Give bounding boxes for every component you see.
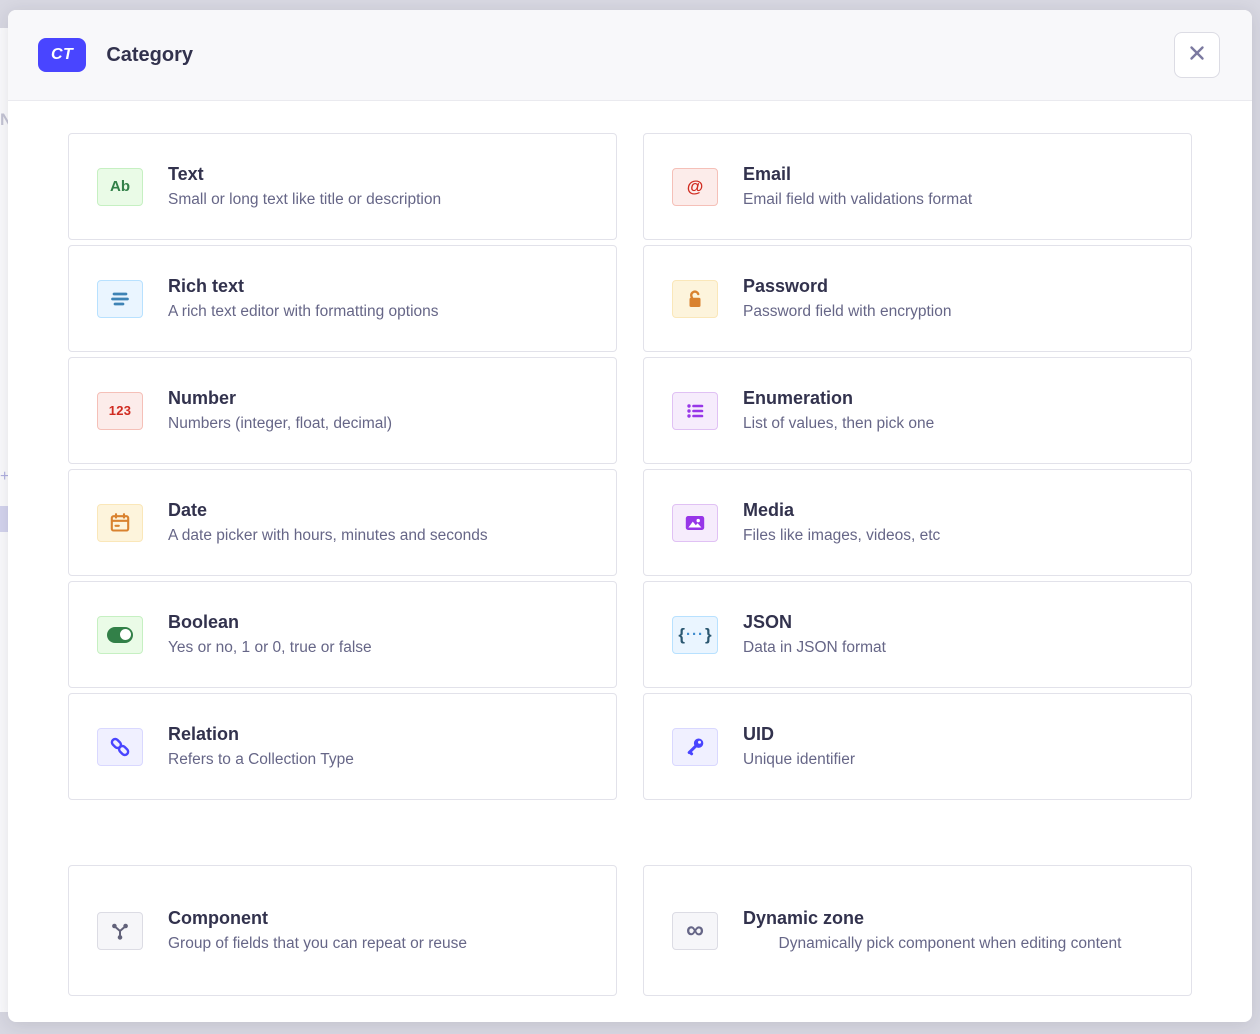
field-description: Small or long text like title or descrip… (168, 187, 588, 212)
field-title: Number (168, 385, 588, 411)
field-title: Relation (168, 721, 588, 747)
field-title: Dynamic zone (743, 905, 1163, 931)
field-description: A rich text editor with formatting optio… (168, 299, 588, 324)
chain-link-icon (97, 728, 143, 766)
calendar-icon (97, 504, 143, 542)
field-description: Data in JSON format (743, 635, 1163, 660)
json-braces-icon: { ··· } (672, 616, 718, 654)
field-card-text[interactable]: Ab Text Small or long text like title or… (68, 133, 617, 240)
background-highlight-fragment (0, 506, 8, 532)
field-type-list: Ab Text Small or long text like title or… (8, 101, 1252, 996)
fields-grid: Ab Text Small or long text like title or… (68, 133, 1192, 800)
modal-header: CT Category (8, 10, 1252, 101)
field-description: A date picker with hours, minutes and se… (168, 523, 588, 548)
field-description: Files like images, videos, etc (743, 523, 1163, 548)
field-card-enumeration[interactable]: Enumeration List of values, then pick on… (643, 357, 1192, 464)
field-card-email[interactable]: @ Email Email field with validations for… (643, 133, 1192, 240)
123-icon: 123 (97, 392, 143, 430)
content-type-badge: CT (38, 38, 86, 72)
advanced-fields-grid: Component Group of fields that you can r… (68, 865, 1192, 996)
field-description: Email field with validations format (743, 187, 1163, 212)
background-page-edge: N + (0, 28, 8, 1012)
field-card-number[interactable]: 123 Number Numbers (integer, float, deci… (68, 357, 617, 464)
field-title: Enumeration (743, 385, 1163, 411)
infinity-icon: ∞ (672, 912, 718, 950)
at-icon: @ (672, 168, 718, 206)
field-description: Dynamically pick component when editing … (743, 931, 1163, 956)
field-card-boolean[interactable]: Boolean Yes or no, 1 or 0, true or false (68, 581, 617, 688)
field-title: Boolean (168, 609, 588, 635)
field-title: Rich text (168, 273, 588, 299)
field-card-date[interactable]: Date A date picker with hours, minutes a… (68, 469, 617, 576)
field-description: Unique identifier (743, 747, 1163, 772)
key-icon (672, 728, 718, 766)
field-title: Email (743, 161, 1163, 187)
field-title: Date (168, 497, 588, 523)
bullet-list-icon (672, 392, 718, 430)
background-nav-fragment: N (0, 110, 8, 130)
ab-icon: Ab (97, 168, 143, 206)
select-field-modal: CT Category Ab Text Small or long text l… (8, 10, 1252, 1022)
field-description: Numbers (integer, float, decimal) (168, 411, 588, 436)
field-title: Password (743, 273, 1163, 299)
field-card-media[interactable]: Media Files like images, videos, etc (643, 469, 1192, 576)
lock-icon (672, 280, 718, 318)
close-icon (1186, 42, 1208, 69)
toggle-icon (97, 616, 143, 654)
field-title: Component (168, 905, 588, 931)
field-title: UID (743, 721, 1163, 747)
field-description: Group of fields that you can repeat or r… (168, 931, 588, 956)
field-description: Refers to a Collection Type (168, 747, 588, 772)
field-card-relation[interactable]: Relation Refers to a Collection Type (68, 693, 617, 800)
field-card-dynamiczone[interactable]: ∞ Dynamic zone Dynamically pick componen… (643, 865, 1192, 996)
field-description: Yes or no, 1 or 0, true or false (168, 635, 588, 660)
picture-icon (672, 504, 718, 542)
branch-icon (97, 912, 143, 950)
field-card-password[interactable]: Password Password field with encryption (643, 245, 1192, 352)
close-button[interactable] (1174, 32, 1220, 78)
field-card-component[interactable]: Component Group of fields that you can r… (68, 865, 617, 996)
modal-title: Category (106, 44, 193, 67)
field-title: Text (168, 161, 588, 187)
field-card-uid[interactable]: UID Unique identifier (643, 693, 1192, 800)
align-lines-icon (97, 280, 143, 318)
field-card-richtext[interactable]: Rich text A rich text editor with format… (68, 245, 617, 352)
field-title: Media (743, 497, 1163, 523)
background-plus-fragment: + (0, 468, 8, 486)
field-card-json[interactable]: { ··· } JSON Data in JSON format (643, 581, 1192, 688)
field-description: List of values, then pick one (743, 411, 1163, 436)
field-title: JSON (743, 609, 1163, 635)
field-description: Password field with encryption (743, 299, 1163, 324)
